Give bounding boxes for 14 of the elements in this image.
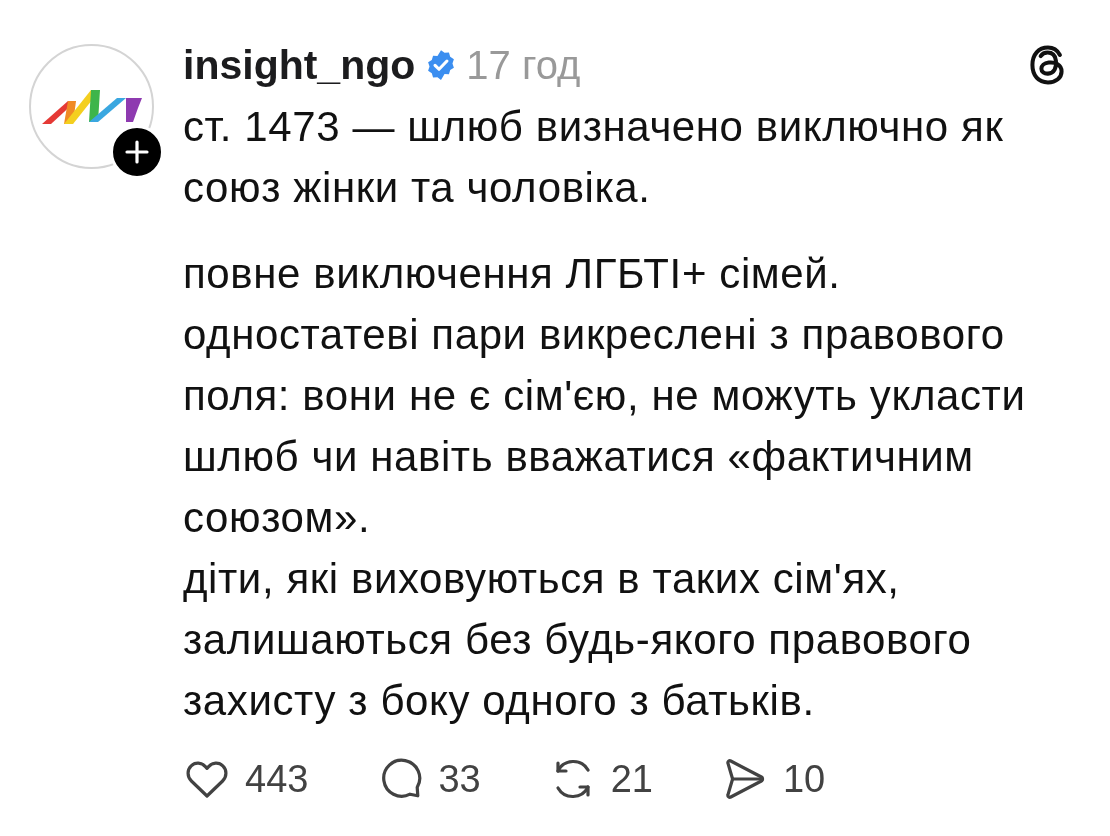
action-count: 33 [438, 760, 481, 798]
post-text: ст. 1473 — шлюб визначено виключно як союз жінки та чоловіка. [183, 102, 1005, 213]
action-count: 21 [610, 760, 653, 798]
share-button[interactable]: 10 [720, 755, 826, 803]
repost-button[interactable]: 21 [548, 755, 653, 803]
reply-button[interactable]: 33 [376, 755, 481, 803]
post-text: повне виключення ЛГБТІ+ сімей. [183, 249, 842, 299]
post-text: одностатеві пари викреслені з правового поля: вони не є сім'єю, не можуть укласти шлюб чи навіть вважатися «фактичним союзом». [183, 310, 1027, 543]
action-count: 443 [245, 760, 309, 798]
username[interactable]: insight_ngo [183, 44, 416, 86]
post-text: діти, які виховуються в таких сім'ях, залишаються без будь-якого правового захисту з боку одного з батьків. [183, 554, 973, 726]
action-count: 10 [782, 760, 826, 798]
like-button[interactable]: 443 [183, 755, 309, 803]
post-time: 17 год [466, 45, 581, 85]
